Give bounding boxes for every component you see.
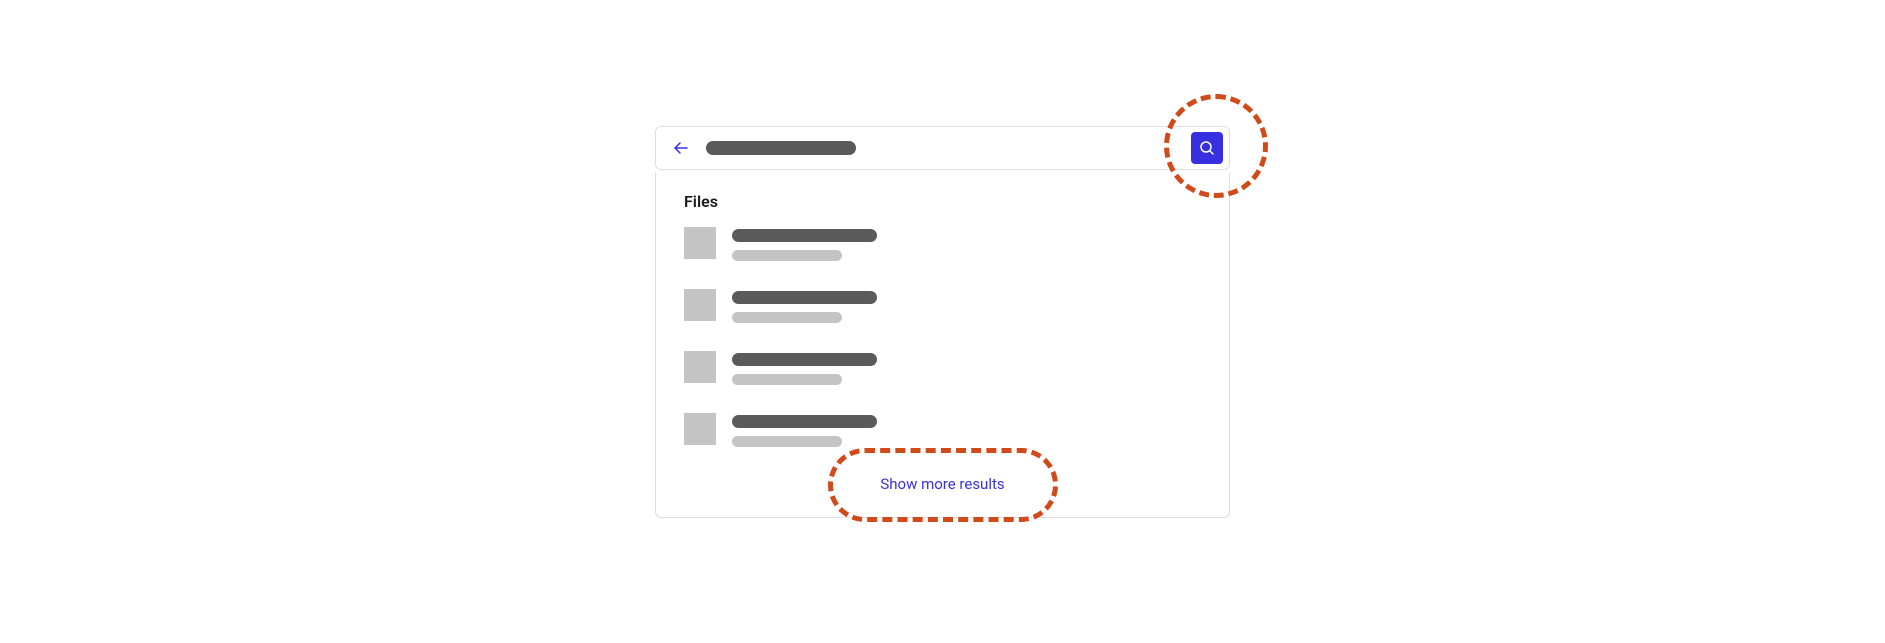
back-button[interactable] xyxy=(670,136,694,160)
results-section-header: Files xyxy=(684,192,1201,211)
file-result-item[interactable] xyxy=(684,413,1201,447)
file-info xyxy=(732,413,877,447)
search-input-placeholder[interactable] xyxy=(706,141,856,155)
file-info xyxy=(732,227,877,261)
search-bar xyxy=(655,126,1230,170)
file-subtitle-placeholder xyxy=(732,250,842,261)
file-info xyxy=(732,289,877,323)
file-thumbnail-icon xyxy=(684,289,716,321)
file-result-item[interactable] xyxy=(684,351,1201,385)
file-result-item[interactable] xyxy=(684,289,1201,323)
file-subtitle-placeholder xyxy=(732,374,842,385)
file-title-placeholder xyxy=(732,353,877,366)
search-results-panel: Files xyxy=(655,172,1230,518)
search-button[interactable] xyxy=(1191,132,1223,164)
file-title-placeholder xyxy=(732,291,877,304)
file-subtitle-placeholder xyxy=(732,436,842,447)
file-info xyxy=(732,351,877,385)
search-widget: Files xyxy=(655,126,1230,518)
file-result-item[interactable] xyxy=(684,227,1201,261)
file-thumbnail-icon xyxy=(684,227,716,259)
show-more-results-link[interactable]: Show more results xyxy=(684,475,1201,493)
file-thumbnail-icon xyxy=(684,351,716,383)
arrow-left-icon xyxy=(672,138,692,158)
file-subtitle-placeholder xyxy=(732,312,842,323)
file-thumbnail-icon xyxy=(684,413,716,445)
file-title-placeholder xyxy=(732,415,877,428)
search-icon xyxy=(1199,140,1215,156)
file-title-placeholder xyxy=(732,229,877,242)
